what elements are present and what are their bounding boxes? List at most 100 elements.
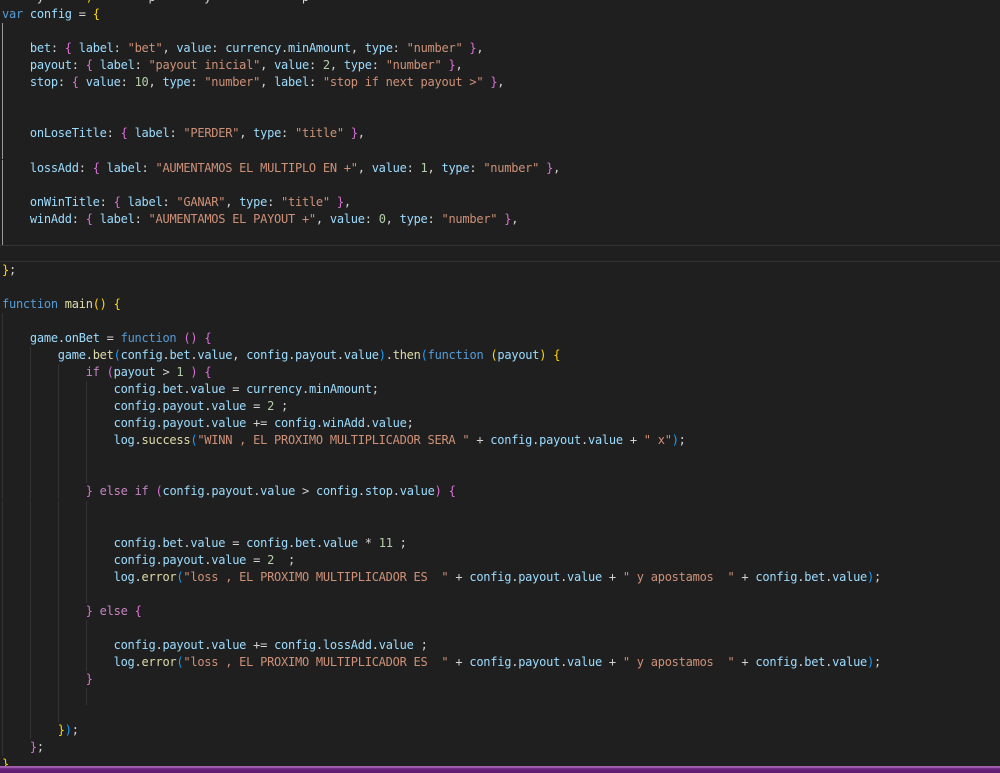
code-line[interactable]: } else {: [0, 603, 1000, 620]
code-line[interactable]: stop: { value: 10, type: "number", label…: [0, 74, 1000, 91]
token-id: payout: [539, 433, 581, 447]
token-id: log: [114, 570, 135, 584]
code-line[interactable]: game.bet(config.bet.value, config.payout…: [0, 347, 1000, 364]
token-id: bet: [169, 348, 190, 362]
token-pun: ,: [149, 75, 163, 89]
code-line[interactable]: onLoseTitle: { label: "PERDER", type: "t…: [0, 125, 1000, 142]
code-line[interactable]: [0, 177, 1000, 194]
code-line[interactable]: lossAdd: { label: "AUMENTAMOS EL MULTIPL…: [0, 160, 1000, 177]
code-text: lossAdd: { label: "AUMENTAMOS EL MULTIPL…: [0, 160, 560, 177]
current-line-highlight[interactable]: [0, 245, 1000, 262]
code-line[interactable]: config.payout.value = 2 ;: [0, 552, 1000, 569]
code-text: onLoseTitle: { label: "PERDER", type: "t…: [0, 125, 365, 142]
indent-guide: [30, 501, 31, 518]
code-line[interactable]: [0, 620, 1000, 637]
token-id: currency: [246, 382, 302, 396]
token-pun: .: [281, 41, 288, 55]
editor-window: y ) p y pvar config = { bet: { label: "b…: [0, 0, 1000, 773]
token-id: label: [79, 41, 114, 55]
code-line[interactable]: config.bet.value = currency.minAmount;: [0, 381, 1000, 398]
token-b2: {: [135, 604, 142, 618]
code-line[interactable]: config.payout.value = 2 ;: [0, 398, 1000, 415]
token-pun: :: [281, 126, 295, 140]
token-id: value: [211, 553, 246, 567]
token-ctl: if: [86, 365, 100, 379]
token-b1: {: [553, 348, 560, 362]
code-line[interactable]: config.payout.value += config.winAdd.val…: [0, 415, 1000, 432]
code-line[interactable]: [0, 466, 1000, 483]
token-str: "bet": [128, 41, 163, 55]
token-pun: ,: [511, 212, 518, 226]
code-line[interactable]: [0, 518, 1000, 535]
token-id: minAmount: [288, 41, 351, 55]
code-line[interactable]: [0, 23, 1000, 40]
token-id: value: [176, 41, 211, 55]
code-line[interactable]: } else if (config.payout.value > config.…: [0, 483, 1000, 500]
code-line[interactable]: [0, 586, 1000, 603]
code-line[interactable]: bet: { label: "bet", value: currency.min…: [0, 40, 1000, 57]
token-ctl: if: [135, 484, 149, 498]
token-pun: +: [602, 570, 623, 584]
code-line[interactable]: };: [0, 739, 1000, 756]
indent-guide: [58, 688, 59, 705]
code-line[interactable]: log.error("loss , EL PROXIMO MULTIPLICAD…: [0, 654, 1000, 671]
token-id: stop: [30, 75, 58, 89]
code-line[interactable]: [0, 142, 1000, 159]
token-str: "title": [295, 126, 344, 140]
code-line[interactable]: [0, 705, 1000, 722]
code-line[interactable]: winAdd: { label: "AUMENTAMOS EL PAYOUT +…: [0, 211, 1000, 228]
token-id: value: [260, 484, 295, 498]
token-pun: .: [581, 433, 588, 447]
token-pun: :: [190, 75, 204, 89]
code-line[interactable]: if (payout > 1 ) {: [0, 364, 1000, 381]
token-id: currency: [225, 41, 281, 55]
code-line[interactable]: config.bet.value = config.bet.value * 11…: [0, 535, 1000, 552]
code-line[interactable]: var config = {: [0, 6, 1000, 23]
token-pun: ,: [351, 41, 365, 55]
token-pun: y: [155, 0, 211, 4]
token-id: config: [162, 484, 204, 498]
token-fn: main: [65, 297, 93, 311]
token-pun: +: [734, 570, 755, 584]
token-num: 0: [379, 212, 386, 226]
token-pun: .: [135, 433, 142, 447]
active-indent-guide: [2, 108, 3, 125]
code-line[interactable]: config.payout.value += config.lossAdd.va…: [0, 637, 1000, 654]
code-editor[interactable]: y ) p y pvar config = { bet: { label: "b…: [0, 0, 1000, 773]
code-line[interactable]: [0, 279, 1000, 296]
code-line[interactable]: [0, 313, 1000, 330]
token-id: config: [274, 638, 316, 652]
code-line[interactable]: payout: { label: "payout inicial", value…: [0, 57, 1000, 74]
code-line[interactable]: [0, 91, 1000, 108]
code-line[interactable]: [0, 501, 1000, 518]
code-line[interactable]: game.onBet = function () {: [0, 330, 1000, 347]
token-pun: +=: [246, 416, 274, 430]
token-id: value: [197, 348, 232, 362]
token-pun: +: [448, 570, 469, 584]
code-line[interactable]: function main() {: [0, 296, 1000, 313]
code-line[interactable]: });: [0, 722, 1000, 739]
code-line[interactable]: onWinTitle: { label: "GANAR", type: "tit…: [0, 194, 1000, 211]
token-b1: }: [58, 723, 65, 737]
token-b2: }: [337, 195, 344, 209]
code-line[interactable]: [0, 228, 1000, 245]
code-line[interactable]: }: [0, 671, 1000, 688]
token-pun: [344, 126, 351, 140]
token-pun: ;: [874, 570, 881, 584]
code-line[interactable]: log.success("WINN , EL PROXIMO MULTIPLIC…: [0, 432, 1000, 449]
token-pun: .: [560, 570, 567, 584]
token-id: config: [755, 655, 797, 669]
code-line[interactable]: log.error("loss , EL PROXIMO MULTIPLICAD…: [0, 569, 1000, 586]
code-text: payout: { label: "payout inicial", value…: [0, 57, 462, 74]
token-id: value: [86, 75, 121, 89]
code-text: log.error("loss , EL PROXIMO MULTIPLICAD…: [0, 569, 881, 586]
token-pun: .: [393, 484, 400, 498]
code-line[interactable]: [0, 688, 1000, 705]
code-line[interactable]: };: [0, 262, 1000, 279]
token-pun: :: [135, 212, 149, 226]
token-str: "loss , EL PROXIMO MULTIPLICADOR ES ": [183, 655, 448, 669]
code-line[interactable]: [0, 108, 1000, 125]
token-pun: :: [121, 75, 135, 89]
token-pun: :: [162, 195, 176, 209]
code-line[interactable]: [0, 449, 1000, 466]
